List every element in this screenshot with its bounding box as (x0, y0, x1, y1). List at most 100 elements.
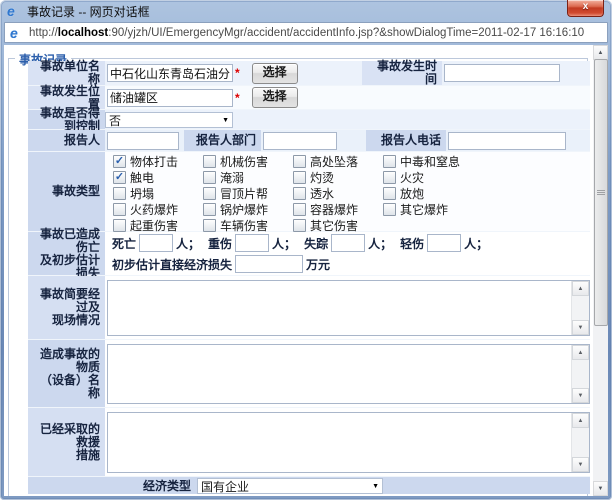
type-item-label: 容器爆炸 (310, 201, 358, 218)
brief-description-textarea[interactable]: ▲ ▼ (107, 280, 590, 336)
missing-label: 失踪 (304, 235, 328, 252)
close-button[interactable]: x (567, 0, 604, 17)
textarea-scrollbar[interactable]: ▲ ▼ (571, 345, 589, 403)
casualty-label-line1: 事故已造成伤亡 (33, 228, 100, 254)
serious-injury-input[interactable] (235, 234, 269, 252)
type-item-label: 其它爆炸 (400, 201, 448, 218)
checkbox-放炮[interactable] (383, 187, 396, 200)
checkbox-中毒和窒息[interactable] (383, 155, 396, 168)
url-protocol: http:// (29, 27, 58, 39)
title-bar[interactable]: e 事故记录 -- 网页对话框 (0, 0, 612, 22)
checkbox-锅炉爆炸[interactable] (203, 203, 216, 216)
url-text: http://localhost:90/yjzh/UI/EmergencyMgr… (29, 27, 584, 39)
textarea-scrollbar[interactable]: ▲ ▼ (571, 281, 589, 335)
url-host: localhost (58, 27, 108, 39)
scroll-down-icon[interactable]: ▼ (572, 457, 589, 472)
minor-injury-label: 轻伤 (400, 235, 424, 252)
chevron-down-icon: ▼ (222, 113, 229, 129)
unit-select-button[interactable]: 选择 (252, 63, 298, 84)
type-item: 火灾 (383, 169, 473, 185)
location-cell: * 选择 (105, 86, 590, 109)
occur-time-cell (442, 61, 590, 85)
reporter-phone-input[interactable] (448, 132, 566, 150)
window-title: 事故记录 -- 网页对话框 (27, 3, 150, 20)
type-item: 机械伤害 (203, 153, 293, 169)
minor-injury-unit: 人； (464, 235, 488, 252)
row-brief-description: 事故简要经过及 现场情况 ▲ ▼ (28, 275, 590, 339)
scroll-up-icon[interactable]: ▲ (572, 413, 589, 428)
minor-injury-input[interactable] (427, 234, 461, 252)
textarea-scrollbar[interactable]: ▲ ▼ (571, 413, 589, 472)
checkbox-容器爆炸[interactable] (293, 203, 306, 216)
economic-loss-line: 初步估计直接经济损失 万元 (112, 254, 496, 275)
type-item-label: 物体打击 (130, 153, 178, 170)
checkbox-起重伤害[interactable] (113, 219, 126, 232)
type-item-label: 火灾 (400, 169, 424, 186)
scrollbar-down-icon[interactable]: ▼ (593, 481, 608, 496)
rescue-measures-textarea[interactable]: ▲ ▼ (107, 412, 590, 473)
scroll-up-icon[interactable]: ▲ (572, 281, 589, 296)
reporter-dept-input[interactable] (263, 132, 337, 150)
type-item: ✓ 物体打击 (113, 153, 203, 169)
type-item: 锅炉爆炸 (203, 201, 293, 217)
url-path: :90/yjzh/UI/EmergencyMgr/accident/accide… (108, 27, 584, 39)
type-item-label: 锅炉爆炸 (220, 201, 268, 218)
scroll-down-icon[interactable]: ▼ (572, 320, 589, 335)
checkbox-其它伤害[interactable] (293, 219, 306, 232)
close-icon: x (583, 1, 589, 12)
economic-loss-label: 初步估计直接经济损失 (112, 256, 232, 273)
checkbox-物体打击[interactable]: ✓ (113, 155, 126, 168)
vertical-scrollbar[interactable]: ▲ ▼ (593, 45, 608, 496)
type-item-label: 坍塌 (130, 185, 154, 202)
accident-form: 事故单位名称 * 选择 事故发生时间 事故发生位置 (28, 61, 590, 494)
deaths-input[interactable] (139, 234, 173, 252)
unit-name-input[interactable] (107, 64, 233, 82)
serious-injury-unit: 人； (272, 235, 296, 252)
type-item: 淹溺 (203, 169, 293, 185)
scrollbar-up-icon[interactable]: ▲ (593, 45, 608, 60)
serious-injury-label: 重伤 (208, 235, 232, 252)
type-item: 车辆伤害 (203, 217, 293, 233)
checkbox-冒顶片帮[interactable] (203, 187, 216, 200)
checkbox-火灾[interactable] (383, 171, 396, 184)
type-item-label: 中毒和窒息 (400, 153, 460, 170)
scroll-up-icon[interactable]: ▲ (572, 345, 589, 360)
controlled-label: 事故是否得到控制 (28, 110, 105, 129)
checkbox-淹溺[interactable] (203, 171, 216, 184)
checkbox-其它爆炸[interactable] (383, 203, 396, 216)
checkbox-高处坠落[interactable] (293, 155, 306, 168)
type-item-label: 淹溺 (220, 169, 244, 186)
economy-type-select[interactable]: 国有企业 ▼ (197, 478, 383, 494)
row-unit-time: 事故单位名称 * 选择 事故发生时间 (28, 61, 590, 85)
checkbox-车辆伤害[interactable] (203, 219, 216, 232)
checkbox-火药爆炸[interactable] (113, 203, 126, 216)
economic-loss-input[interactable] (235, 255, 303, 273)
location-select-button[interactable]: 选择 (252, 87, 298, 108)
checkbox-坍塌[interactable] (113, 187, 126, 200)
type-item-label: 透水 (310, 185, 334, 202)
type-item-label: 机械伤害 (220, 153, 268, 170)
controlled-select[interactable]: 否 ▼ (105, 112, 233, 128)
type-item-label: 车辆伤害 (220, 217, 268, 234)
scrollbar-grip (597, 190, 605, 195)
checkbox-透水[interactable] (293, 187, 306, 200)
checkbox-触电[interactable]: ✓ (113, 171, 126, 184)
deaths-label: 死亡 (112, 235, 136, 252)
unit-name-cell: * 选择 (105, 61, 362, 85)
checkbox-机械伤害[interactable] (203, 155, 216, 168)
substance-name-textarea[interactable]: ▲ ▼ (107, 344, 590, 404)
row-economy-type: 经济类型 国有企业 ▼ (28, 476, 590, 494)
reporter-label: 报告人 (28, 130, 105, 151)
scroll-down-icon[interactable]: ▼ (572, 388, 589, 403)
type-item: 透水 (293, 185, 383, 201)
location-input[interactable] (107, 89, 233, 107)
scrollbar-thumb[interactable] (594, 59, 608, 326)
label-line1: 事故简要经过及 (33, 288, 100, 314)
reporter-input[interactable] (107, 132, 179, 150)
type-item: 中毒和窒息 (383, 153, 473, 169)
label-line2: 现场情况 (52, 314, 100, 327)
missing-input[interactable] (331, 234, 365, 252)
checkbox-灼烫[interactable] (293, 171, 306, 184)
occur-time-input[interactable] (444, 64, 560, 82)
type-item: 容器爆炸 (293, 201, 383, 217)
